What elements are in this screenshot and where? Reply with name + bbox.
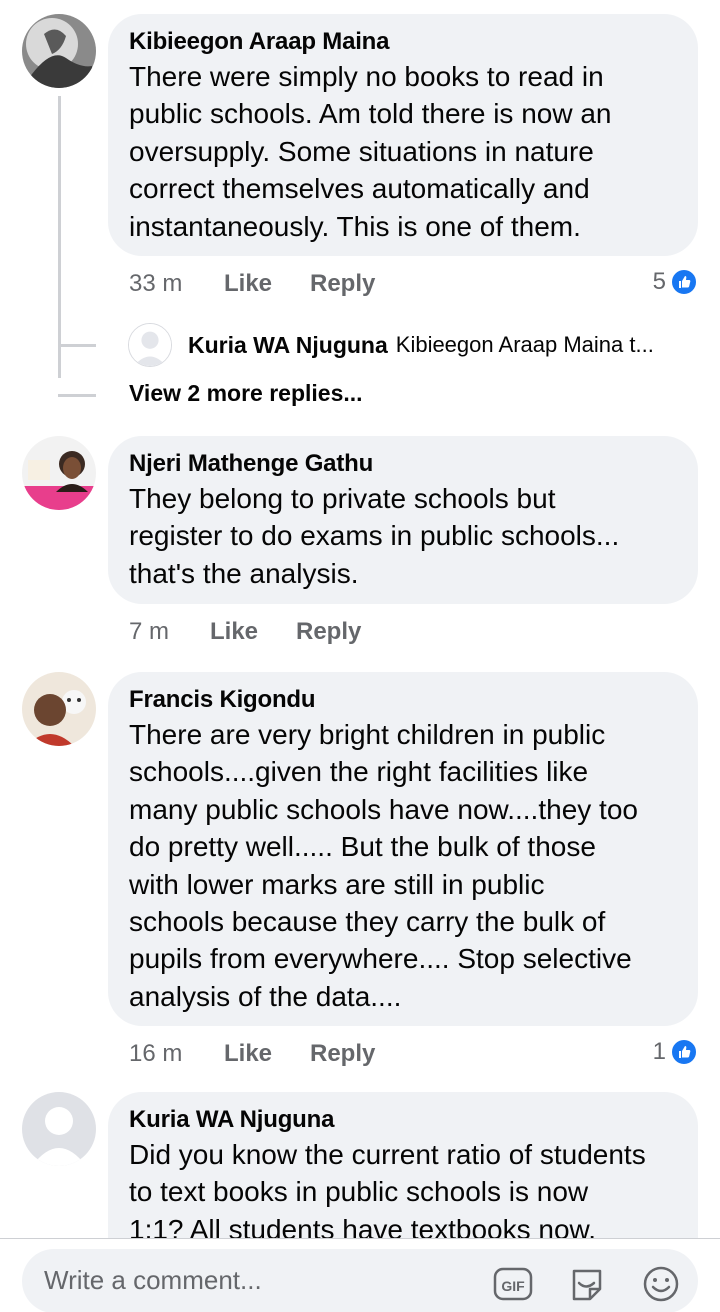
comment-text-line: They belong to private schools but xyxy=(129,483,556,514)
comment-text-line: correct themselves automatically and xyxy=(129,173,590,205)
comment-text-line: with lower marks are still in public xyxy=(129,868,545,900)
reply-button[interactable]: Reply xyxy=(310,1040,375,1068)
comment-author[interactable]: Francis Kigondu xyxy=(129,684,676,716)
comment-text-line: that's the analysis. xyxy=(129,557,359,589)
gif-icon[interactable]: GIF xyxy=(492,1263,534,1305)
avatar[interactable] xyxy=(22,14,96,88)
comment-input-box[interactable]: GIF xyxy=(22,1249,698,1312)
comment-text-line: analysis of the data.... xyxy=(129,980,402,1012)
comment-text-line: to text books in public schools is now xyxy=(129,1176,589,1208)
comment-text-line: public schools. Am told there is now an xyxy=(129,98,612,130)
avatar[interactable] xyxy=(22,672,96,746)
comment-author[interactable]: Kuria WA Njuguna xyxy=(129,1104,676,1136)
comment-bubble: Francis Kigondu There are very bright ch… xyxy=(108,672,698,1026)
comment-text-line: many public schools have now....they too xyxy=(129,793,638,825)
reply-preview[interactable]: Kuria WA Njuguna Kibieegon Araap Maina t… xyxy=(128,322,700,368)
comment-time[interactable]: 16 m xyxy=(129,1040,224,1068)
reply-button[interactable]: Reply xyxy=(296,618,361,646)
comment-text-line: instantaneously. This is one of them. xyxy=(129,210,581,242)
comment-bubble: Njeri Mathenge Gathu They belong to priv… xyxy=(108,436,698,604)
comment-text-line: oversupply. Some situations in nature xyxy=(129,135,594,167)
reaction-summary[interactable]: 1 xyxy=(653,1032,698,1072)
comment-text-line: schools....given the right facilities li… xyxy=(129,756,589,788)
comment-bubble: Kibieegon Araap Maina There were simply … xyxy=(108,14,698,256)
avatar[interactable] xyxy=(22,1092,96,1166)
thumbs-up-icon xyxy=(670,1038,698,1066)
reply-text: Kibieegon Araap Maina t... xyxy=(395,332,654,357)
like-button[interactable]: Like xyxy=(224,270,310,298)
gif-label: GIF xyxy=(501,1278,525,1294)
avatar[interactable] xyxy=(128,323,172,367)
comment-time[interactable]: 33 m xyxy=(129,270,224,298)
like-button[interactable]: Like xyxy=(210,618,296,646)
sticker-icon[interactable] xyxy=(566,1263,608,1305)
comment-text-line: Did you know the current ratio of studen… xyxy=(129,1139,646,1170)
avatar[interactable] xyxy=(22,436,96,510)
thread-branch xyxy=(58,394,96,397)
reply-button[interactable]: Reply xyxy=(310,270,375,298)
comment-author[interactable]: Kibieegon Araap Maina xyxy=(129,26,676,58)
comment-actions: 16 m Like Reply xyxy=(129,1034,375,1074)
reply-author[interactable]: Kuria WA Njuguna xyxy=(188,332,388,359)
comment-composer: GIF xyxy=(0,1238,720,1312)
comment-input[interactable] xyxy=(44,1265,474,1296)
reaction-count: 5 xyxy=(652,268,666,295)
emoji-icon[interactable] xyxy=(640,1263,682,1305)
view-more-replies-link[interactable]: View 2 more replies... xyxy=(129,380,363,407)
comment-time[interactable]: 7 m xyxy=(129,618,210,646)
thread-branch xyxy=(58,344,96,347)
reaction-summary[interactable]: 5 xyxy=(653,262,698,302)
comment-text-line: register to do exams in public schools..… xyxy=(129,520,620,552)
comment-author[interactable]: Njeri Mathenge Gathu xyxy=(129,448,676,480)
comment-text-line: schools because they carry the bulk of xyxy=(129,906,606,938)
comment-text-line: pupils from everywhere.... Stop selectiv… xyxy=(129,943,632,975)
thread-line xyxy=(58,96,61,378)
reaction-count: 1 xyxy=(652,1038,666,1065)
thumbs-up-icon xyxy=(670,268,698,296)
comment-text-line: There are very bright children in public xyxy=(129,719,606,750)
comment-text-line: do pretty well..... But the bulk of thos… xyxy=(129,831,596,863)
comment-text-line: There were simply no books to read in xyxy=(129,61,604,92)
like-button[interactable]: Like xyxy=(224,1040,310,1068)
comment-actions: 33 m Like Reply xyxy=(129,264,375,304)
comment-actions: 7 m Like Reply xyxy=(129,612,361,652)
